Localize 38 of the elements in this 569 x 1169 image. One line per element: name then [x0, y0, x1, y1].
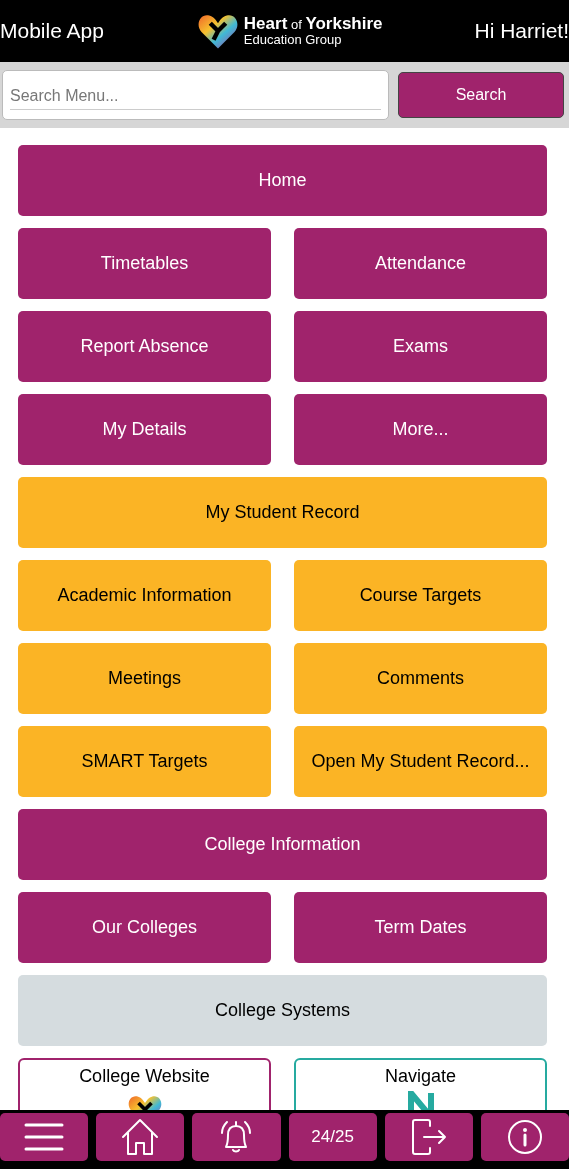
link-card[interactable]: College Website — [18, 1058, 271, 1110]
nav-button[interactable] — [96, 1113, 185, 1161]
menu-tile[interactable]: Meetings — [18, 643, 271, 714]
logout-icon — [409, 1118, 448, 1156]
menu-tile[interactable]: Our Colleges — [18, 892, 271, 963]
menu-tile[interactable]: My Details — [18, 394, 271, 465]
home-icon — [121, 1118, 160, 1156]
menu-tile[interactable]: Term Dates — [294, 892, 547, 963]
nav-button[interactable] — [192, 1113, 281, 1161]
menu-tile[interactable]: Timetables — [18, 228, 271, 299]
search-button[interactable]: Search — [398, 72, 564, 118]
menu-icon — [24, 1122, 65, 1152]
brand-name: Heart of Yorkshire — [243, 14, 383, 34]
search-field[interactable]: Search Menu... — [2, 70, 389, 120]
menu-tile[interactable]: My Student Record — [18, 477, 547, 548]
menu-tile[interactable]: Comments — [294, 643, 547, 714]
info-icon — [506, 1119, 543, 1155]
menu-tile[interactable]: College Systems — [18, 975, 547, 1046]
year-button[interactable]: 24/25 — [288, 1113, 377, 1161]
brand-subtitle: Education Group — [243, 33, 343, 48]
nav-button[interactable] — [0, 1113, 89, 1161]
link-label: Navigate — [384, 1066, 456, 1087]
nav-button[interactable] — [384, 1113, 473, 1161]
menu-tile[interactable]: Exams — [294, 311, 547, 382]
menu-tile[interactable]: Course Targets — [294, 560, 547, 631]
menu-tile[interactable]: Open My Student Record... — [294, 726, 547, 797]
menu-tile[interactable]: College Information — [18, 809, 547, 880]
link-card[interactable]: Navigate — [294, 1058, 547, 1110]
link-label: College Website — [79, 1066, 210, 1087]
menu-tile[interactable]: Attendance — [294, 228, 547, 299]
greeting: Hi Harriet! — [474, 19, 569, 43]
app-title: Mobile App — [0, 19, 104, 43]
menu-tile[interactable]: Report Absence — [18, 311, 271, 382]
menu-tile[interactable]: Home — [18, 145, 547, 216]
menu-tile[interactable]: Academic Information — [18, 560, 271, 631]
menu-tile[interactable]: SMART Targets — [18, 726, 271, 797]
nav-button[interactable] — [480, 1113, 569, 1161]
menu-tile[interactable]: More... — [294, 394, 547, 465]
